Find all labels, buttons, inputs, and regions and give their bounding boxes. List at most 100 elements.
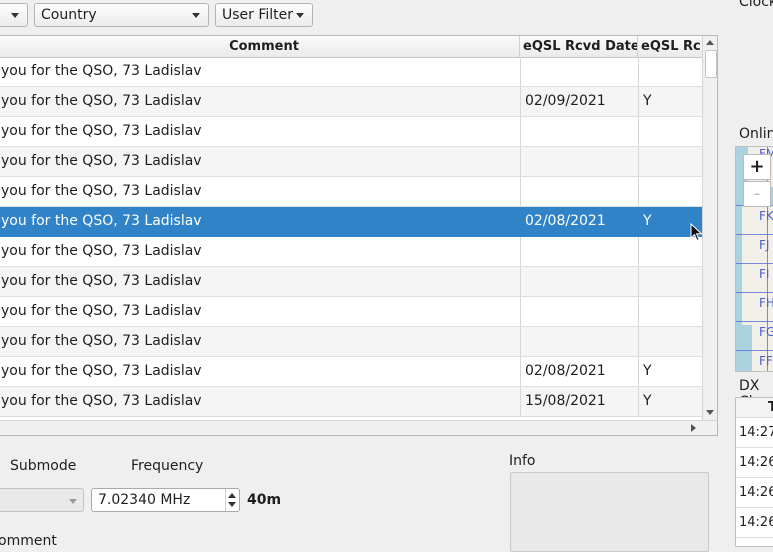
eqsl-rcvd-date-cell [520,327,638,356]
chevron-down-icon [192,13,200,18]
scrollbar-thumb[interactable] [705,50,717,78]
comment-cell: you for the QSO, 73 Ladislav [1,273,202,289]
eqsl-rcvd-cell [638,267,702,296]
qso-log-table[interactable]: Comment eQSL Rcvd Date eQSL Rc you for t… [0,35,718,436]
eqsl-rcvd-cell [638,327,702,356]
dx-time: 14:26 [739,485,773,500]
comment-cell: you for the QSO, 73 Ladislav [1,153,202,169]
info-label: Info [509,453,536,469]
submode-label: Submode [10,458,77,474]
dx-time: 14:26 [739,455,773,470]
map-zoom-in-button[interactable]: + [743,154,771,180]
arrow-right-icon[interactable] [691,424,696,432]
table-row[interactable]: you for the QSO, 73 Ladislav [0,297,702,327]
table-vertical-scrollbar[interactable] [702,36,717,420]
mouse-pointer-icon [690,223,703,242]
eqsl-rcvd-cell [638,117,702,146]
comment-cell: you for the QSO, 73 Ladislav [1,243,202,259]
arrow-up-icon[interactable] [706,40,714,45]
chevron-down-icon [69,499,77,504]
user-filter-value: User Filter [222,7,294,23]
table-row[interactable]: you for the QSO, 73 Ladislav 02/09/2021 … [0,87,702,117]
table-row[interactable]: you for the QSO, 73 Ladislav [0,237,702,267]
frequency-label: Frequency [131,458,204,474]
eqsl-rcvd-date-cell [520,267,638,296]
table-row[interactable]: you for the QSO, 73 Ladislav [0,267,702,297]
map-locator-label: FK [759,209,773,223]
clock-label: Clock [739,0,773,10]
comment-cell: you for the QSO, 73 Ladislav [1,63,202,79]
eqsl-rcvd-date-cell [520,117,638,146]
eqsl-rcvd-cell: Y [638,357,702,386]
chevron-down-icon [296,13,304,18]
dx-time: 14:26 [739,515,773,530]
user-filter-combo[interactable]: User Filter [215,3,313,27]
table-row[interactable]: you for the QSO, 73 Ladislav [0,57,702,87]
eqsl-rcvd-date-cell [520,297,638,326]
dx-cluster-table[interactable]: T 14:27 14:26 14:26 14:26 [735,397,773,547]
dx-header: T [736,398,773,418]
band-label: 40m [247,492,282,508]
dx-row[interactable]: 14:26 [736,508,773,538]
eqsl-rcvd-date-cell: 02/08/2021 [525,213,606,229]
table-row[interactable]: you for the QSO, 73 Ladislav 02/08/2021 … [0,357,702,387]
frequency-spinbox[interactable]: 7.02340 MHz [91,488,240,512]
table-row[interactable]: you for the QSO, 73 Ladislav 15/08/2021 … [0,387,702,417]
column-header-comment[interactable]: Comment [0,36,520,57]
spin-buttons[interactable] [225,489,239,511]
table-row[interactable]: you for the QSO, 73 Ladislav [0,147,702,177]
eqsl-rcvd-date-cell: 02/08/2021 [520,357,638,386]
comment-cell: you for the QSO, 73 Ladislav [1,393,202,409]
comment-cell: you for the QSO, 73 Ladislav [1,183,202,199]
map-zoom-out-button[interactable]: - [743,181,771,207]
dx-row[interactable]: 14:26 [736,478,773,508]
dx-row[interactable]: 14:27 [736,418,773,448]
table-row[interactable]: you for the QSO, 73 Ladislav [0,327,702,357]
map-locator-label: FJ [759,238,770,252]
map-locator-label: FF [759,354,773,368]
eqsl-rcvd-cell [638,147,702,176]
column-header-eqsl-rcvd-date[interactable]: eQSL Rcvd Date [520,36,638,57]
comment-cell: you for the QSO, 73 Ladislav [1,303,202,319]
country-filter-combo[interactable]: Country [34,3,209,27]
comment-cell: you for the QSO, 73 Ladislav [1,93,202,109]
country-filter-value: Country [41,7,97,23]
dx-time: 14:27 [739,425,773,440]
online-map-label: Onlin [739,126,773,142]
chevron-down-icon [11,13,19,18]
eqsl-rcvd-cell: Y [638,387,702,416]
table-body: you for the QSO, 73 Ladislav you for the… [0,57,702,420]
eqsl-rcvd-cell [638,57,702,86]
eqsl-rcvd-date-cell [520,237,638,266]
table-horizontal-scrollbar[interactable] [0,420,717,435]
eqsl-rcvd-date-cell [520,177,638,206]
comment-cell: you for the QSO, 73 Ladislav [1,333,202,349]
arrow-up-icon[interactable] [228,493,236,498]
map-locator-label: FG [759,325,773,339]
arrow-down-icon[interactable] [706,410,714,415]
map-locator-label: FI [759,267,770,281]
comment-cell: you for the QSO, 73 Ladislav [1,363,202,379]
column-header-eqsl-rcvd[interactable]: eQSL Rc [638,36,702,57]
eqsl-rcvd-cell [638,297,702,326]
dx-row[interactable]: 14:26 [736,448,773,478]
eqsl-rcvd-date-cell [520,147,638,176]
frequency-value: 7.02340 MHz [98,492,191,508]
comment-cell: you for the QSO, 73 Ladislav [1,213,202,229]
submode-combo[interactable] [0,488,84,512]
table-row[interactable]: you for the QSO, 73 Ladislav [0,177,702,207]
arrow-down-icon[interactable] [228,502,236,507]
info-box [510,472,709,552]
table-header: Comment eQSL Rcvd Date eQSL Rc [0,36,702,58]
table-row-selected[interactable]: you for the QSO, 73 Ladislav 02/08/2021 … [0,207,702,237]
eqsl-rcvd-date-cell: 15/08/2021 [520,387,638,416]
filter-combo-1[interactable] [0,3,28,27]
eqsl-rcvd-cell: Y [638,87,702,116]
eqsl-rcvd-date-cell: 02/09/2021 [520,87,638,116]
comment-label: omment [0,533,57,549]
map-locator-label: FH [759,296,773,310]
comment-cell: you for the QSO, 73 Ladislav [1,123,202,139]
eqsl-rcvd-cell [638,177,702,206]
table-row[interactable]: you for the QSO, 73 Ladislav [0,117,702,147]
eqsl-rcvd-date-cell [520,57,638,86]
